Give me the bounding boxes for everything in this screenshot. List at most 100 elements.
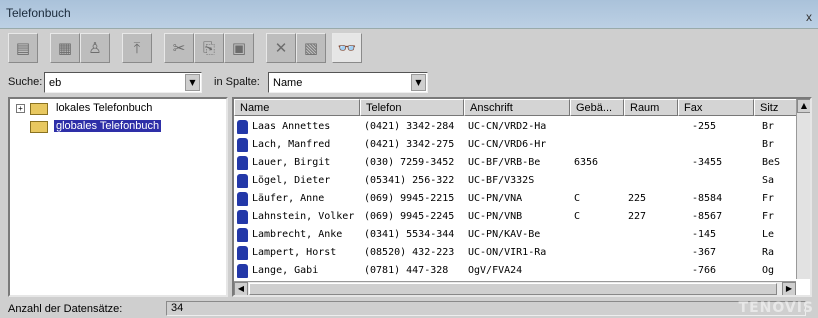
cell-name: Lauer, Birgit: [252, 157, 331, 168]
status-bar: Anzahl der Datensätze: 34: [0, 300, 818, 318]
toolbar: ▤ ▦ ♙ ⤒ ✂ ⎘ ▣ ✕ ▧ 👓: [8, 33, 812, 67]
close-icon[interactable]: x: [802, 10, 816, 24]
cell-site: Fr: [762, 211, 775, 222]
column-header-site[interactable]: Sitz: [754, 99, 798, 116]
cell-address: UC-BF/V332S: [468, 175, 535, 186]
column-select[interactable]: Name: [273, 77, 302, 89]
open-folder-button[interactable]: ▤: [8, 33, 38, 63]
cell-name: Lambrecht, Anke: [252, 229, 343, 240]
cell-name: Lach, Manfred: [252, 139, 331, 150]
cell-building: 6356: [574, 157, 599, 168]
cell-building: C: [574, 211, 581, 222]
table-row[interactable]: Lahnstein, Volker (069) 9945-2245 UC-PN/…: [234, 208, 794, 226]
cell-phone: (069) 9945-2245: [364, 211, 455, 222]
cell-fax: -255: [692, 121, 717, 132]
paste-button[interactable]: ▣: [224, 33, 254, 63]
column-header-building[interactable]: Gebä...: [570, 99, 624, 116]
tree-item-label: lokales Telefonbuch: [56, 102, 153, 114]
properties-icon: ▧: [303, 39, 319, 57]
cell-address: UC-PN/VNB: [468, 211, 523, 222]
scroll-right-icon[interactable]: ▶: [782, 282, 796, 295]
contact-icon: [237, 210, 248, 224]
new-folder-button[interactable]: ▦: [50, 33, 80, 63]
cell-name: Läufer, Anne: [252, 193, 325, 204]
record-count-label: Anzahl der Datensätze:: [8, 303, 123, 315]
search-input[interactable]: eb: [49, 77, 61, 89]
search-combo[interactable]: eb ▼: [44, 72, 202, 93]
copy-icon: ⎘: [202, 39, 215, 57]
vertical-scrollbar[interactable]: ▲: [796, 99, 810, 279]
copy-button[interactable]: ⎘: [194, 33, 224, 63]
cell-site: Og: [762, 265, 775, 276]
user-button[interactable]: ♙: [80, 33, 110, 63]
cell-name: Lahnstein, Volker: [252, 211, 355, 222]
cell-phone: (0341) 5534-344: [364, 229, 455, 240]
new-folder-icon: ▦: [57, 39, 73, 57]
search-button[interactable]: 👓: [332, 33, 362, 63]
cell-fax: -766: [692, 265, 717, 276]
cut-icon: ✂: [172, 39, 186, 57]
cell-phone: (05341) 256-322: [364, 175, 455, 186]
properties-button[interactable]: ▧: [296, 33, 326, 63]
cell-name: Lange, Gabi: [252, 265, 319, 276]
folder-icon: [30, 121, 48, 133]
horizontal-scrollbar[interactable]: ◀ ▶: [234, 281, 796, 295]
contact-icon: [237, 246, 248, 260]
watermark-logo: TENOVIS: [738, 300, 814, 316]
cell-address: UC-CN/VRD2-Ha: [468, 121, 547, 132]
column-header-fax[interactable]: Fax: [678, 99, 754, 116]
cell-fax: -8584: [692, 193, 723, 204]
window-title: Telefonbuch: [6, 6, 71, 20]
cell-name: Lögel, Dieter: [252, 175, 331, 186]
title-bar: Telefonbuch x: [0, 0, 818, 29]
import-button[interactable]: ⤒: [122, 33, 152, 63]
column-label: in Spalte:: [214, 76, 260, 88]
cell-phone: (030) 7259-3452: [364, 157, 455, 168]
column-combo[interactable]: Name ▼: [268, 72, 428, 93]
column-header-address[interactable]: Anschrift: [464, 99, 570, 116]
column-header-phone[interactable]: Telefon: [360, 99, 464, 116]
expand-icon[interactable]: +: [16, 104, 25, 113]
record-count-value: 34: [166, 301, 806, 316]
cut-button[interactable]: ✂: [164, 33, 194, 63]
table-row[interactable]: Laas Annettes (0421) 3342-284 UC-CN/VRD2…: [234, 118, 794, 136]
table-row[interactable]: Lambrecht, Anke (0341) 5534-344 UC-PN/KA…: [234, 226, 794, 244]
contacts-grid: Name Telefon Anschrift Gebä... Raum Fax …: [232, 97, 812, 297]
chevron-down-icon[interactable]: ▼: [411, 74, 426, 91]
cell-address: UC-PN/KAV-Be: [468, 229, 541, 240]
cell-building: C: [574, 193, 581, 204]
cell-room: 225: [628, 193, 647, 204]
cell-site: Fr: [762, 193, 775, 204]
cell-address: OgV/FVA24: [468, 265, 523, 276]
table-row[interactable]: Lauer, Birgit (030) 7259-3452 UC-BF/VRB-…: [234, 154, 794, 172]
table-row[interactable]: Läufer, Anne (069) 9945-2215 UC-PN/VNA C…: [234, 190, 794, 208]
binoculars-icon: 👓: [337, 39, 357, 57]
chevron-down-icon[interactable]: ▼: [185, 74, 200, 91]
cell-address: UC-CN/VRD6-Hr: [468, 139, 547, 150]
open-folder-icon: ▤: [15, 39, 31, 57]
contact-icon: [237, 228, 248, 242]
cell-phone: (069) 9945-2215: [364, 193, 455, 204]
search-row: Suche: eb ▼ in Spalte: Name ▼: [0, 70, 818, 94]
cell-site: BeS: [762, 157, 781, 168]
table-row[interactable]: Lögel, Dieter (05341) 256-322 UC-BF/V332…: [234, 172, 794, 190]
tree-item-local[interactable]: + lokales Telefonbuch: [16, 101, 226, 117]
tree-item-global[interactable]: globales Telefonbuch: [16, 119, 226, 135]
contact-icon: [237, 156, 248, 170]
table-row[interactable]: Lange, Gabi (0781) 447-328 OgV/FVA24 -76…: [234, 262, 794, 280]
table-row[interactable]: Lampert, Horst (08520) 432-223 UC-ON/VIR…: [234, 244, 794, 262]
column-header-name[interactable]: Name: [234, 99, 360, 116]
scroll-up-icon[interactable]: ▲: [797, 99, 810, 113]
phonebook-tree: + lokales Telefonbuch globales Telefonbu…: [8, 97, 228, 297]
delete-icon: ✕: [274, 39, 288, 57]
paste-icon: ▣: [231, 39, 247, 57]
cell-fax: -367: [692, 247, 717, 258]
user-icon: ♙: [88, 39, 102, 57]
delete-button[interactable]: ✕: [266, 33, 296, 63]
scroll-left-icon[interactable]: ◀: [234, 282, 248, 295]
column-header-room[interactable]: Raum: [624, 99, 678, 116]
contact-icon: [237, 120, 248, 134]
cell-site: Sa: [762, 175, 775, 186]
table-row[interactable]: Lach, Manfred (0421) 3342-275 UC-CN/VRD6…: [234, 136, 794, 154]
scrollbar-thumb[interactable]: [249, 283, 777, 295]
